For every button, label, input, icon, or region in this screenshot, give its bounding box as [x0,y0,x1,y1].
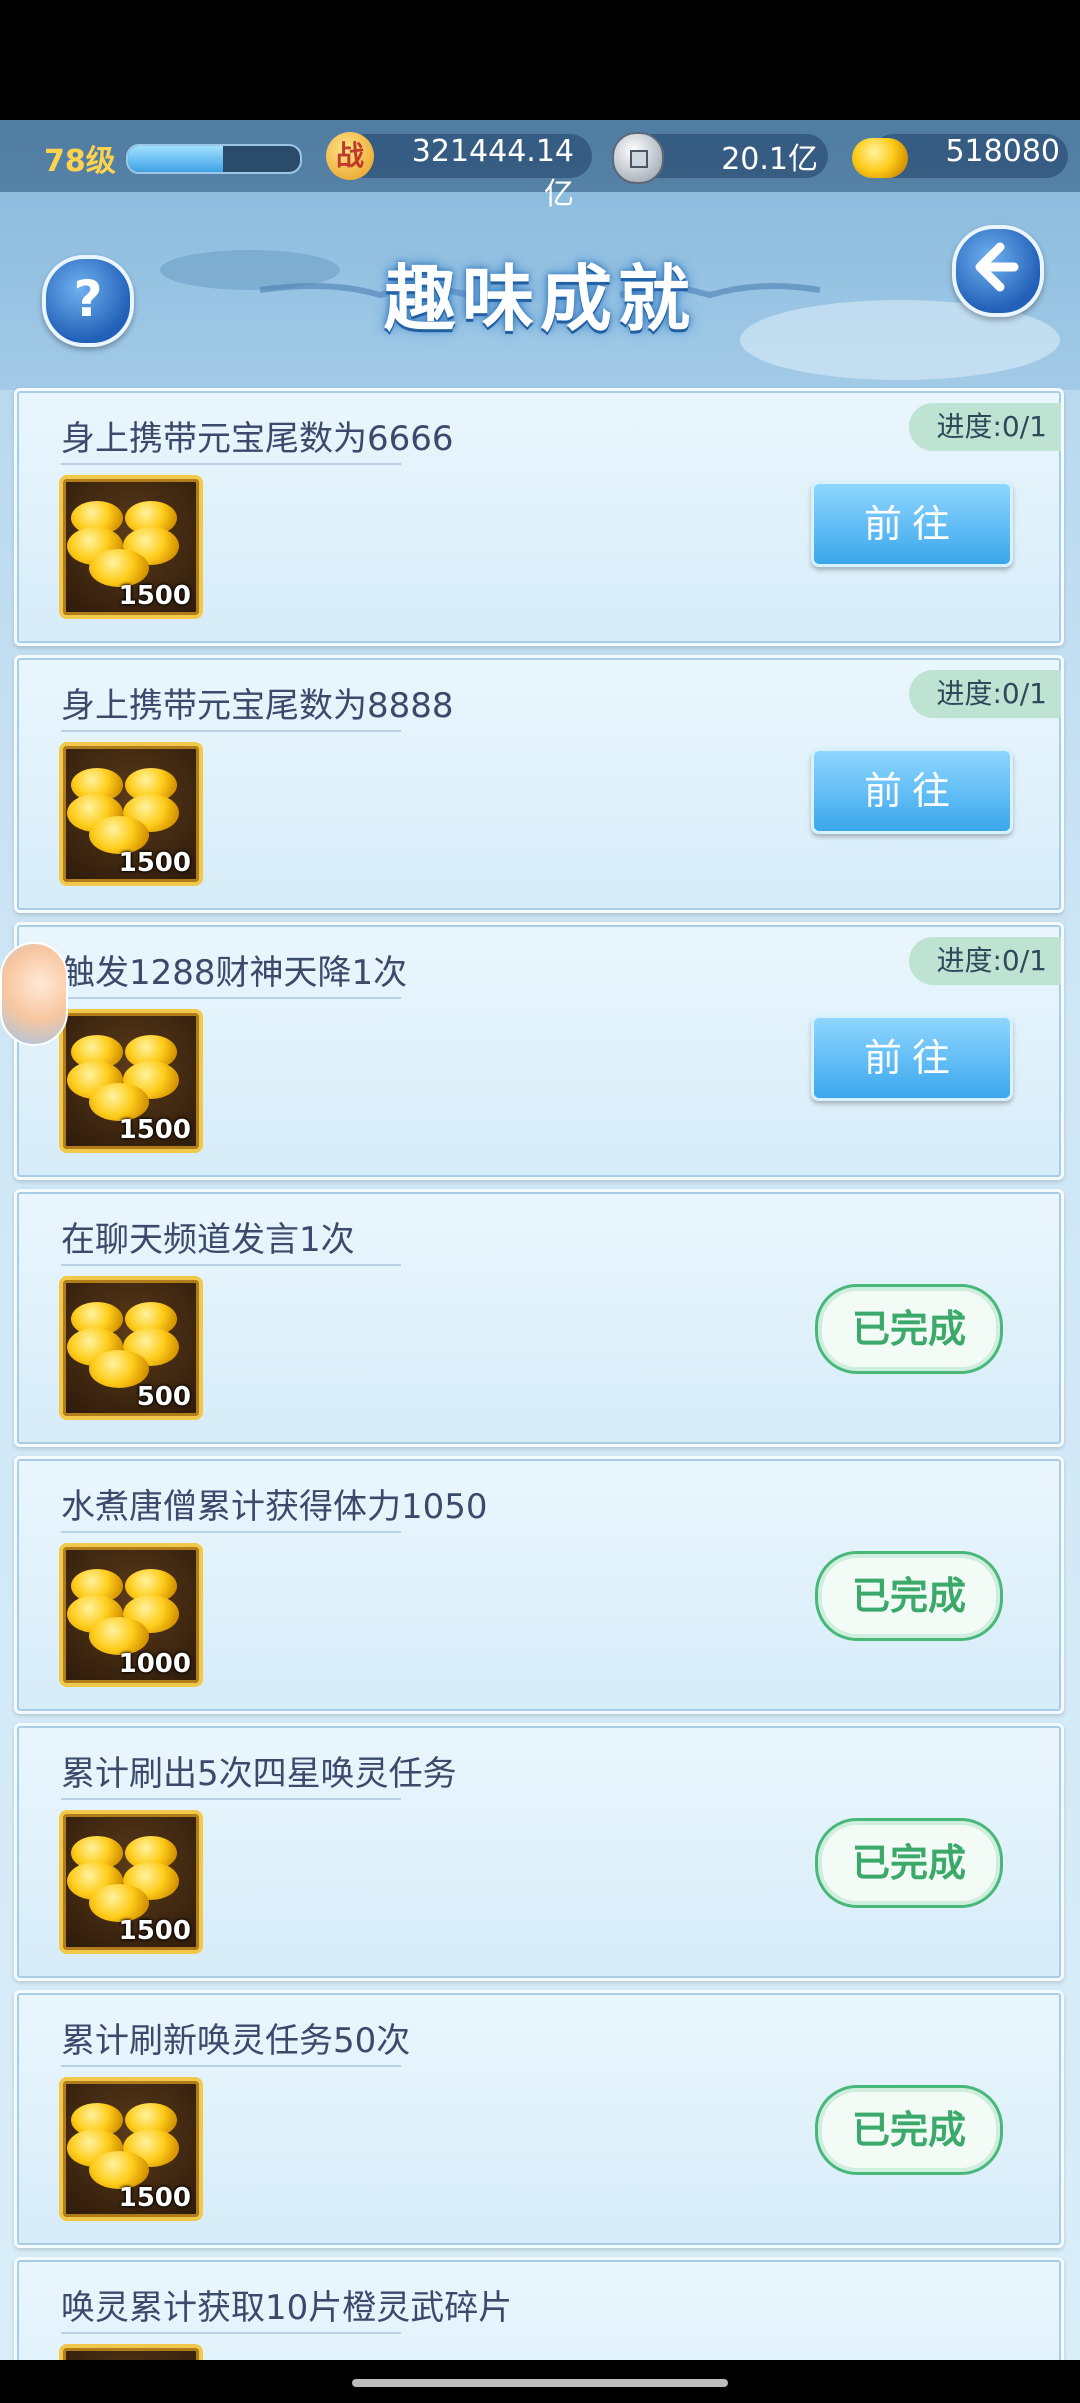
progress-badge: 进度:0/1 [908,403,1061,451]
power-value: 321444.14亿 [411,134,574,212]
help-button[interactable]: ? [42,255,134,347]
achievement-title: 身上携带元宝尾数为6666 [61,419,454,459]
gold-value: 518080 [945,134,1060,169]
completed-badge: 已完成 [815,2085,1003,2175]
title-divider [61,997,401,999]
achievement-card: 身上携带元宝尾数为8888 1500 进度:0/1 前往 [14,655,1064,913]
achievement-title: 在聊天频道发言1次 [61,1220,355,1260]
gold-ingot-icon [852,138,908,178]
achievement-title: 触发1288财神天降1次 [61,953,408,993]
goto-button[interactable]: 前往 [811,481,1013,567]
battle-power-icon: 战 [326,132,374,180]
goto-button[interactable]: 前往 [811,748,1013,834]
achievement-title: 累计刷新唤灵任务50次 [61,2021,411,2061]
achievement-card: 累计刷新唤灵任务50次 1500 已完成 [14,1990,1064,2248]
achievement-card: 唤灵累计获取10片橙灵武碎片 [14,2257,1064,2360]
completed-badge: 已完成 [815,1551,1003,1641]
reward-count: 1000 [118,1649,191,1679]
player-level: 78级 [44,144,116,179]
progress-badge: 进度:0/1 [908,937,1061,985]
xp-fill [128,146,223,172]
reward-count: 1500 [118,1916,191,1946]
title-divider [61,1798,401,1800]
title-divider [61,2065,401,2067]
floating-avatar[interactable] [0,942,68,1046]
achievement-card: 在聊天频道发言1次 500 已完成 [14,1189,1064,1447]
progress-badge: 进度:0/1 [908,670,1061,718]
back-button[interactable] [952,225,1044,317]
reward-item[interactable]: 1500 [59,475,203,619]
achievement-card: 触发1288财神天降1次 1500 进度:0/1 前往 [14,922,1064,1180]
reward-count: 1500 [118,2183,191,2213]
resource-bar: 78级 战 321444.14亿 20.1亿 518080 [0,120,1080,212]
title-divider [61,463,401,465]
back-arrow-icon [975,242,1019,292]
status-bar [0,0,1080,120]
goto-button[interactable]: 前往 [811,1015,1013,1101]
game-screen: 78级 战 321444.14亿 20.1亿 518080 ? 趣味成就 身上携… [0,120,1080,2360]
achievement-card: 累计刷出5次四星唤灵任务 1500 已完成 [14,1723,1064,1981]
reward-item[interactable]: 1500 [59,2077,203,2221]
reward-item[interactable]: 500 [59,1276,203,1420]
coin-icon [612,132,664,184]
reward-item[interactable]: 1500 [59,1810,203,1954]
coins-value: 20.1亿 [721,142,818,177]
header: 趣味成就 [240,230,840,350]
achievement-card: 水煮唐僧累计获得体力1050 1000 已完成 [14,1456,1064,1714]
achievement-title: 水煮唐僧累计获得体力1050 [61,1487,488,1527]
reward-count: 1500 [118,848,191,878]
reward-item[interactable]: 1500 [59,1009,203,1153]
achievement-title: 累计刷出5次四星唤灵任务 [61,1754,457,1794]
reward-count: 500 [136,1382,191,1412]
reward-count: 1500 [118,581,191,611]
reward-item[interactable] [59,2344,203,2360]
title-divider [61,730,401,732]
coin-hole [630,150,648,168]
home-indicator[interactable] [352,2379,728,2387]
title-divider [61,1264,401,1266]
title-divider [61,1531,401,1533]
reward-count: 1500 [118,1115,191,1145]
reward-item[interactable]: 1000 [59,1543,203,1687]
title-divider [61,2332,401,2334]
achievement-title: 身上携带元宝尾数为8888 [61,686,454,726]
reward-item[interactable]: 1500 [59,742,203,886]
page-title: 趣味成就 [383,257,696,341]
completed-badge: 已完成 [815,1818,1003,1908]
completed-badge: 已完成 [815,1284,1003,1374]
xp-bar [126,144,302,174]
achievement-title: 唤灵累计获取10片橙灵武碎片 [61,2288,513,2328]
achievement-card: 身上携带元宝尾数为6666 1500 进度:0/1 前往 [14,388,1064,646]
